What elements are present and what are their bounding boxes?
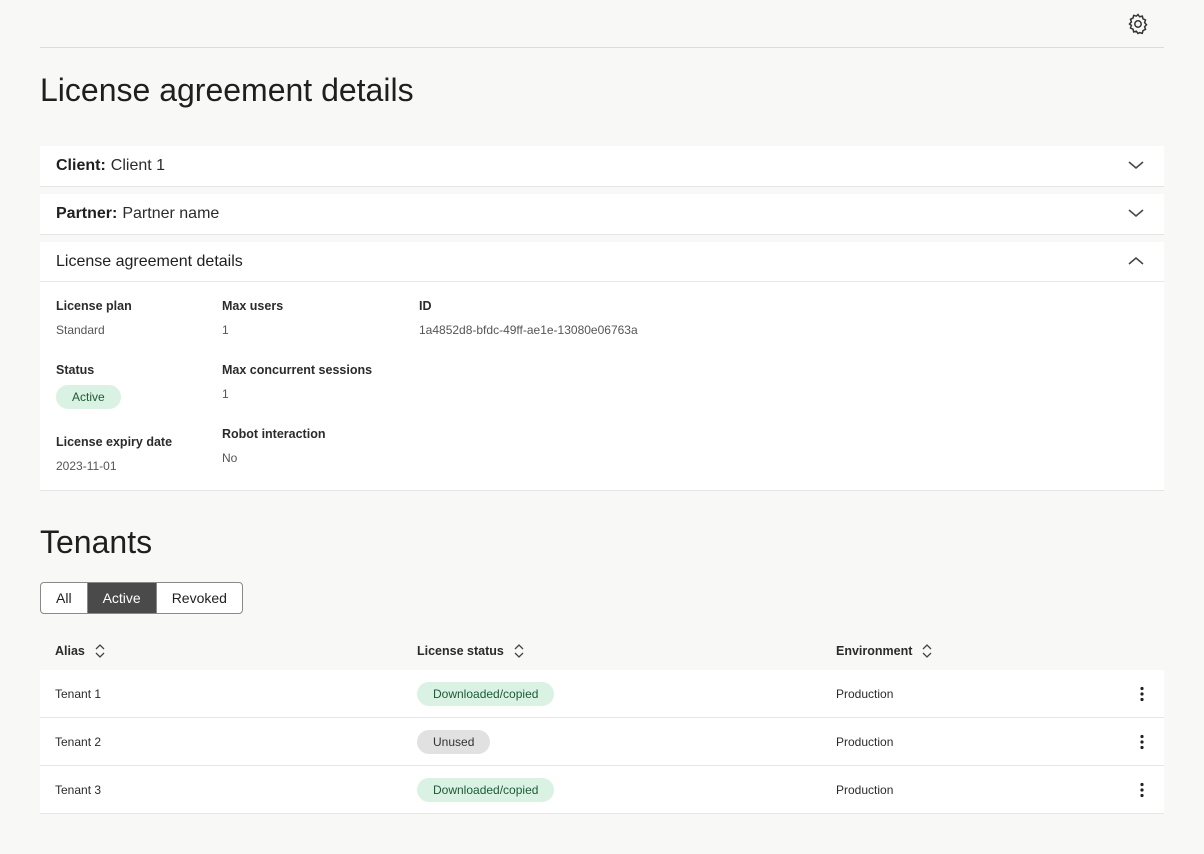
- column-alias-label: Alias: [55, 644, 85, 658]
- client-value: Client 1: [110, 157, 166, 174]
- column-header-license-status[interactable]: License status: [417, 644, 524, 658]
- sort-icon: [514, 644, 524, 658]
- partner-accordion-header[interactable]: Partner: Partner name: [40, 194, 1164, 234]
- more-vertical-icon[interactable]: [1138, 782, 1146, 798]
- client-accordion-header[interactable]: Client: Client 1: [40, 146, 1164, 186]
- status-label: Status: [56, 363, 95, 377]
- status-field: Status Active: [56, 363, 121, 409]
- chevron-down-icon: [1128, 161, 1144, 169]
- filter-active-button[interactable]: Active: [86, 583, 156, 613]
- max-users-field: Max users 1: [222, 299, 283, 337]
- license-details-panel: License plan Standard Status Active Lice…: [40, 282, 1164, 490]
- client-accordion: Client: Client 1: [40, 146, 1164, 187]
- column-license-status-label: License status: [417, 644, 504, 658]
- sort-icon: [95, 644, 105, 658]
- more-vertical-icon[interactable]: [1138, 734, 1146, 750]
- sort-icon: [922, 644, 932, 658]
- robot-interaction-value: No: [222, 451, 238, 465]
- id-value: 1a4852d8-bfdc-49ff-ae1e-13080e06763a: [419, 323, 638, 337]
- tenant-alias: Tenant 2: [55, 734, 102, 749]
- partner-value: Partner name: [122, 205, 220, 222]
- id-label: ID: [419, 299, 432, 313]
- gear-icon[interactable]: [1126, 12, 1150, 36]
- license-expiry-label: License expiry date: [56, 435, 173, 449]
- tenant-filter-group: All Active Revoked: [40, 582, 243, 614]
- id-field: ID 1a4852d8-bfdc-49ff-ae1e-13080e06763a: [419, 299, 638, 337]
- tenant-alias: Tenant 1: [55, 686, 102, 701]
- tenant-environment: Production: [836, 734, 894, 749]
- max-users-label: Max users: [222, 299, 284, 313]
- license-expiry-field: License expiry date 2023-11-01: [56, 435, 172, 473]
- table-row[interactable]: Tenant 1 Downloaded/copied Production: [40, 670, 1164, 718]
- column-environment-label: Environment: [836, 644, 913, 658]
- tenant-environment: Production: [836, 686, 894, 701]
- chevron-down-icon: [1128, 209, 1144, 217]
- tenants-title: Tenants: [40, 524, 153, 560]
- license-status-badge: Unused: [417, 729, 491, 754]
- chevron-up-icon: [1128, 257, 1144, 265]
- license-details-heading: License agreement details: [56, 252, 243, 270]
- client-label: Client:: [56, 157, 106, 174]
- license-plan-field: License plan Standard: [56, 299, 132, 337]
- top-bar: [40, 0, 1164, 48]
- column-header-alias[interactable]: Alias: [55, 644, 105, 658]
- robot-interaction-field: Robot interaction No: [222, 427, 325, 465]
- filter-revoked-button[interactable]: Revoked: [155, 583, 242, 613]
- max-sessions-label: Max concurrent sessions: [222, 363, 373, 377]
- license-plan-label: License plan: [56, 299, 132, 313]
- license-status-badge: Downloaded/copied: [417, 681, 555, 706]
- column-header-environment[interactable]: Environment: [836, 644, 932, 658]
- robot-interaction-label: Robot interaction: [222, 427, 326, 441]
- tenants-table-header: Alias License status Environment: [40, 636, 1164, 666]
- license-plan-value: Standard: [56, 323, 105, 337]
- table-row[interactable]: Tenant 2 Unused Production: [40, 718, 1164, 766]
- tenant-alias: Tenant 3: [55, 782, 102, 797]
- license-expiry-value: 2023-11-01: [56, 459, 117, 473]
- max-sessions-value: 1: [222, 387, 229, 401]
- tenant-environment: Production: [836, 782, 894, 797]
- partner-accordion: Partner: Partner name: [40, 194, 1164, 235]
- license-details-accordion: License agreement details License plan S…: [40, 242, 1164, 491]
- table-row[interactable]: Tenant 3 Downloaded/copied Production: [40, 766, 1164, 814]
- license-details-accordion-header[interactable]: License agreement details: [40, 242, 1164, 282]
- more-vertical-icon[interactable]: [1138, 686, 1146, 702]
- filter-all-button[interactable]: All: [41, 583, 87, 613]
- max-users-value: 1: [222, 323, 229, 337]
- page-title: License agreement details: [40, 72, 414, 108]
- partner-label: Partner:: [56, 205, 118, 222]
- max-sessions-field: Max concurrent sessions 1: [222, 363, 372, 401]
- status-badge: Active: [56, 385, 121, 409]
- license-status-badge: Downloaded/copied: [417, 777, 555, 802]
